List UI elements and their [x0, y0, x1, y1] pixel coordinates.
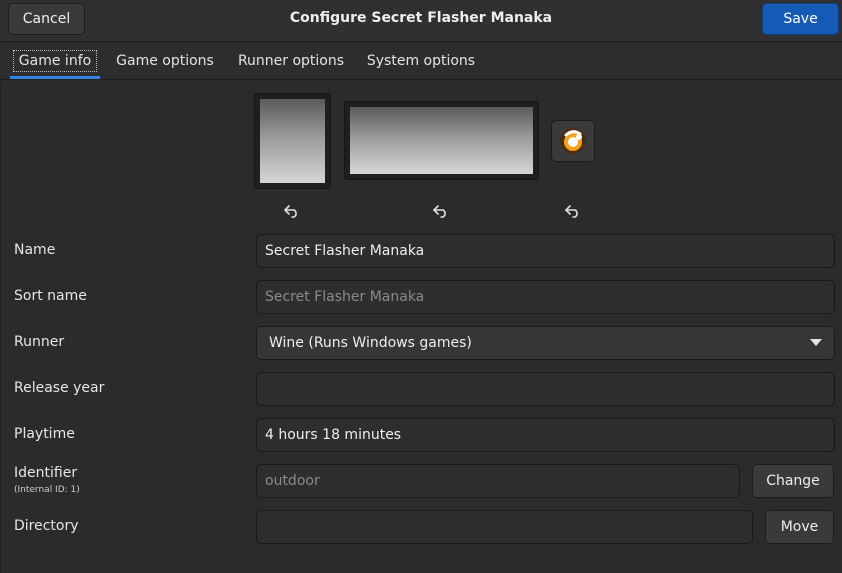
directory-input[interactable] — [256, 510, 753, 544]
runner-label: Runner — [14, 334, 65, 350]
name-label: Name — [14, 242, 56, 258]
header-bar: Cancel Configure Secret Flasher Manaka S… — [0, 0, 842, 42]
move-directory-button[interactable]: Move — [765, 510, 834, 544]
identifier-label: Identifier — [14, 465, 78, 481]
tab-game-options[interactable]: Game options — [110, 43, 220, 79]
tab-game-info[interactable]: Game info — [10, 43, 100, 79]
reset-icon-button[interactable] — [562, 201, 584, 221]
save-button[interactable]: Save — [762, 3, 839, 35]
release-year-label: Release year — [14, 380, 105, 396]
undo-arrow-icon — [565, 205, 578, 218]
cancel-button[interactable]: Cancel — [8, 3, 85, 35]
change-identifier-button[interactable]: Change — [752, 464, 834, 498]
sort-name-label: Sort name — [14, 288, 87, 304]
tab-label: System options — [366, 53, 476, 69]
release-year-input[interactable] — [256, 372, 835, 406]
reset-banner-button[interactable] — [430, 201, 452, 221]
tab-label: Runner options — [237, 53, 345, 69]
name-input[interactable]: Secret Flasher Manaka — [256, 234, 835, 268]
game-icon-button[interactable] — [551, 120, 595, 162]
banner-art-image — [350, 107, 533, 174]
tab-bar: Game info Game options Runner options Sy… — [0, 43, 842, 80]
playtime-label: Playtime — [14, 426, 75, 442]
cover-art-image — [260, 99, 325, 183]
sort-name-input[interactable]: Secret Flasher Manaka — [256, 280, 835, 314]
dropdown-arrow-icon — [810, 339, 822, 346]
identifier-input[interactable]: outdoor — [256, 464, 740, 498]
window-title: Configure Secret Flasher Manaka — [289, 10, 553, 26]
tab-runner-options[interactable]: Runner options — [232, 43, 350, 79]
undo-arrow-icon — [284, 205, 297, 218]
cover-art-button[interactable] — [254, 93, 331, 189]
tab-system-options[interactable]: System options — [362, 43, 480, 79]
internal-id-label: (Internal ID: 1) — [14, 485, 80, 495]
lutris-icon — [560, 128, 586, 154]
runner-dropdown[interactable]: Wine (Runs Windows games) — [256, 326, 835, 360]
reset-cover-button[interactable] — [281, 201, 303, 221]
directory-label: Directory — [14, 518, 79, 534]
undo-arrow-icon — [433, 205, 446, 218]
playtime-input[interactable]: 4 hours 18 minutes — [256, 418, 835, 452]
runner-selected-value: Wine (Runs Windows games) — [269, 335, 472, 351]
tab-label: Game options — [116, 53, 214, 69]
game-info-panel: Name Secret Flasher Manaka Sort name Sec… — [0, 81, 842, 573]
tab-label: Game info — [12, 50, 98, 72]
banner-art-button[interactable] — [344, 101, 539, 180]
